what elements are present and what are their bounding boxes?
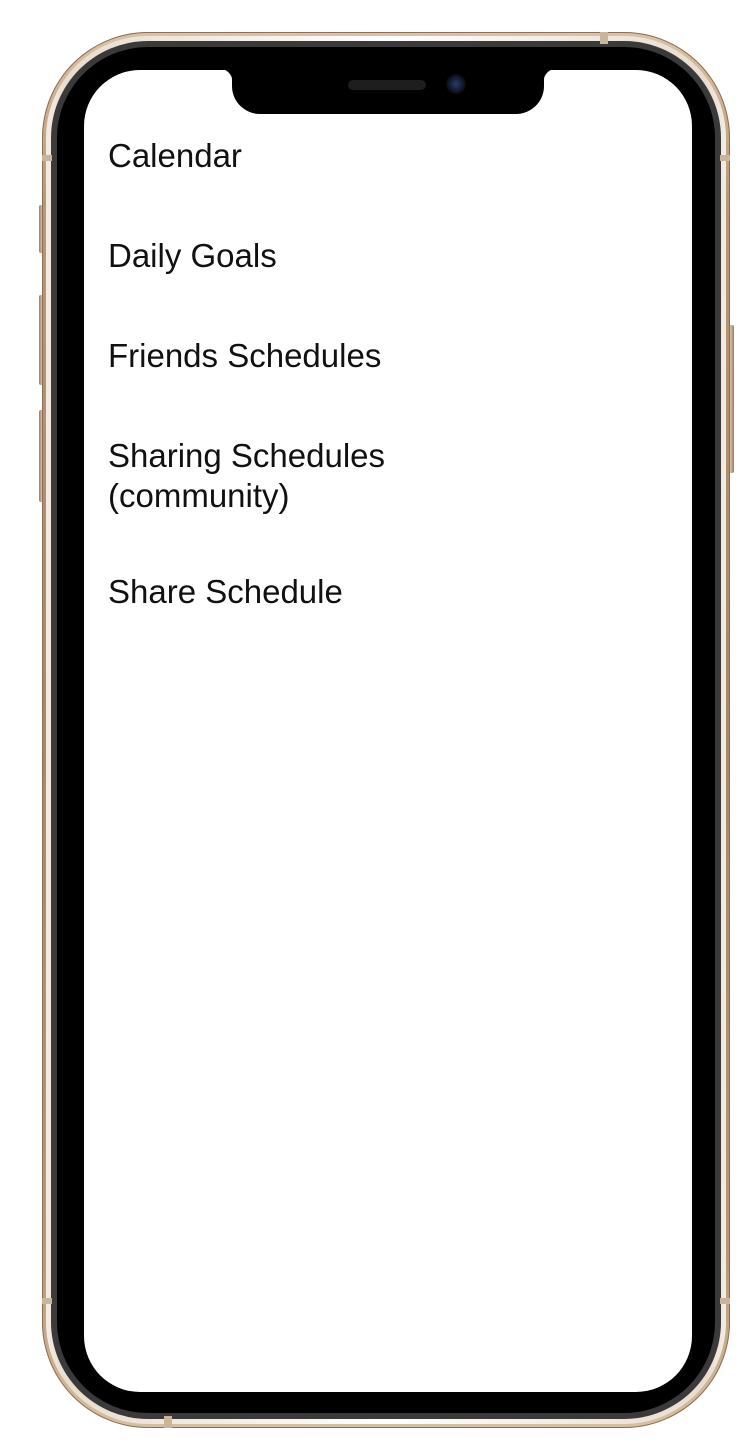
phone-mockup: Calendar Daily Goals Friends Schedules S… xyxy=(0,0,748,1448)
antenna-line xyxy=(720,155,730,161)
antenna-line xyxy=(42,155,52,161)
antenna-line xyxy=(164,1416,172,1428)
menu-item-friends-schedules[interactable]: Friends Schedules xyxy=(108,336,381,376)
front-camera-icon xyxy=(446,74,466,94)
antenna-line xyxy=(42,1298,52,1304)
phone-screen: Calendar Daily Goals Friends Schedules S… xyxy=(84,70,692,1392)
antenna-line xyxy=(600,32,608,44)
menu-item-sharing-schedules[interactable]: Sharing Schedules (community) xyxy=(108,436,468,516)
menu-item-share-schedule[interactable]: Share Schedule xyxy=(108,572,343,612)
antenna-line xyxy=(720,1298,730,1304)
notch xyxy=(219,70,557,114)
menu-item-calendar[interactable]: Calendar xyxy=(108,136,242,176)
earpiece-speaker xyxy=(348,80,426,90)
menu-item-daily-goals[interactable]: Daily Goals xyxy=(108,236,277,276)
